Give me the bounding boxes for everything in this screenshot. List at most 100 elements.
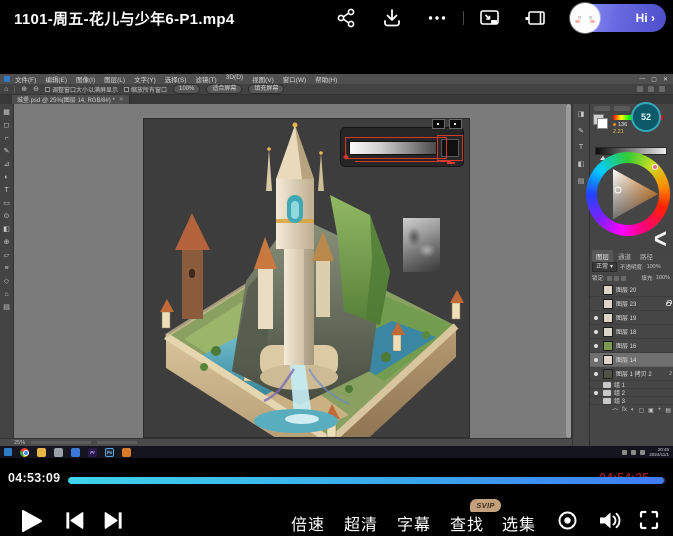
playback-speed-button[interactable]: 倍速 xyxy=(288,511,328,535)
home-icon: ⌂ xyxy=(4,86,8,93)
eye-icon xyxy=(592,372,600,376)
fullscreen-button[interactable] xyxy=(638,509,660,531)
chrome-icon xyxy=(20,448,29,457)
progress-fill xyxy=(68,477,664,484)
previous-episode-button[interactable] xyxy=(64,510,85,531)
ps-menu-item: 图层(L) xyxy=(104,74,125,84)
subtitles-button[interactable]: 字幕 xyxy=(394,511,434,535)
ps-layer-row: 图层 1 拷贝 2 2 xyxy=(590,367,673,381)
start-button-icon xyxy=(4,448,12,456)
vip-avatar-button[interactable]: Hi › xyxy=(574,4,666,32)
layer-thumbnail xyxy=(603,285,613,295)
volume-button[interactable] xyxy=(597,508,622,533)
chevron-down-icon: ▾ xyxy=(610,263,613,271)
layers-panel-button-icon: ◐ xyxy=(631,407,635,416)
player-topbar: 1101-周五-花儿与少年6-P1.mp4 xyxy=(0,0,673,36)
lock-pixels-icon xyxy=(614,276,619,281)
color-value-2: 2.21 xyxy=(613,129,624,135)
ps-menu-item: 文件(F) xyxy=(15,74,36,84)
quality-button[interactable]: 超清 xyxy=(341,511,381,535)
ps-menu-items: 文件(F)编辑(E)图像(I)图层(L)文字(Y)选择(S)滤镜(T)3D(D)… xyxy=(15,74,337,84)
ps-tool-icon: ⊙ xyxy=(4,210,10,223)
avatar-greeting: Hi › xyxy=(636,11,655,25)
premiere-icon: Pr xyxy=(88,448,97,457)
picture-in-picture-icon[interactable] xyxy=(478,7,502,29)
grayscale-reference-image xyxy=(403,218,440,272)
layer-thumbnail xyxy=(603,390,611,396)
share-icon[interactable] xyxy=(335,7,357,29)
ps-layer-row: 组 3 xyxy=(590,397,673,405)
ps-layer-row: 图层 20 xyxy=(590,283,673,297)
paths-tab: 路径 xyxy=(636,250,657,262)
layers-tab: 图层 xyxy=(592,250,613,262)
eye-icon xyxy=(592,358,600,362)
more-icon[interactable] xyxy=(426,7,448,29)
ps-tab-bar: 城堡.psd @ 25%(图层 14, RGB/8#) * ✕ xyxy=(0,95,673,104)
ps-menu-item: 图像(I) xyxy=(76,74,95,84)
workspace-icons xyxy=(637,86,673,92)
ps-tool-icon: ✎ xyxy=(4,145,10,158)
video-frame-photoshop-desktop: 文件(F)编辑(E)图像(I)图层(L)文字(Y)选择(S)滤镜(T)3D(D)… xyxy=(0,74,673,458)
ps-menu-item: 滤镜(T) xyxy=(195,74,216,84)
ai-progress-badge: 52 xyxy=(631,102,661,132)
taskbar-clock: 20:45 2024/11/1 xyxy=(649,447,669,457)
video-surface[interactable]: 文件(F)编辑(E)图像(I)图层(L)文字(Y)选择(S)滤镜(T)3D(D)… xyxy=(0,36,673,470)
ps-right-panels: AI 136 2.21 52 xyxy=(589,104,673,450)
ps-panel-icon: T xyxy=(579,144,583,151)
dock-window-icon[interactable] xyxy=(524,7,548,29)
ps-tool-icon: ⌐ xyxy=(4,132,8,145)
hue-selector-icon xyxy=(652,164,658,170)
file-explorer-icon xyxy=(37,448,46,457)
ps-canvas-pasteboard xyxy=(14,104,566,438)
ps-layer-row: 图层 23 xyxy=(590,297,673,311)
layer-thumbnail xyxy=(603,341,613,351)
color-panel-tabs xyxy=(594,106,630,111)
ps-options-bar: ⌂ ⊕ ⊖ 调整窗口大小以满屏显示 缩放所有窗口 100% 适合屏幕 填充屏幕 xyxy=(0,84,673,95)
ps-menu-item: 选择(S) xyxy=(165,74,187,84)
ps-tool-icon: ▤ xyxy=(3,301,10,314)
system-tray: 20:45 2024/11/1 xyxy=(622,447,673,457)
eye-icon xyxy=(592,316,600,320)
episodes-button[interactable]: 选集 xyxy=(499,511,539,535)
fill-value: 100% xyxy=(656,275,672,281)
current-time: 04:53:09 xyxy=(8,471,60,485)
progress-bar[interactable] xyxy=(68,477,666,484)
ps-artboard xyxy=(143,118,470,438)
zoom-level: 25% xyxy=(14,440,25,446)
layers-panel-button-icon: ▣ xyxy=(648,407,654,416)
control-bar: 倍速 超清 字幕 查找 SVIP 选集 xyxy=(0,500,673,536)
download-icon[interactable] xyxy=(381,7,403,29)
ps-tool-icon: ▦ xyxy=(3,106,10,119)
canvas-scrollbar xyxy=(566,104,571,438)
fill-screen-button: 填充屏幕 xyxy=(248,84,284,94)
windows-taskbar: Pr Ps 20:45 2024/11/1 xyxy=(0,446,673,458)
ps-layer-row: 图层 19 xyxy=(590,311,673,325)
opacity-value: 100% xyxy=(647,264,661,270)
ps-tool-icon: ▭ xyxy=(3,197,10,210)
next-episode-button[interactable] xyxy=(103,510,124,531)
lock-transparent-icon xyxy=(607,276,612,281)
ps-tool-icon: ◐ xyxy=(4,171,8,184)
find-button[interactable]: 查找 xyxy=(447,511,487,535)
eye-icon xyxy=(592,391,600,395)
video-title: 1101-周五-花儿与少年6-P1.mp4 xyxy=(14,8,235,29)
ps-tool-icon: ◧ xyxy=(3,223,10,236)
avatar xyxy=(570,3,600,33)
ps-tool-icon: ⊿ xyxy=(4,158,10,171)
ps-tool-icon: T xyxy=(4,184,8,197)
ps-tool-icon: ⌂ xyxy=(4,288,8,301)
play-button[interactable] xyxy=(20,508,44,534)
red-annotation-box xyxy=(437,135,463,161)
ps-layer-row: 图层 14 xyxy=(590,353,673,367)
ps-panel-icon: ✎ xyxy=(578,127,584,135)
zoom-100-button: 100% xyxy=(173,84,200,94)
layers-panel-button-icon: fx xyxy=(622,407,627,416)
tab-close-icon: ✕ xyxy=(119,96,124,103)
ps-toolbar: ▦◻⌐✎⊿◐T▭⊙◧⊕▱≡◇⌂▤ xyxy=(0,104,14,450)
color-value-1: 136 xyxy=(613,122,627,128)
ps-menu-item: 编辑(E) xyxy=(45,74,67,84)
value-gradient-widget xyxy=(340,127,464,167)
minimize-icon: — xyxy=(639,76,645,83)
options-divider xyxy=(14,86,15,93)
screencast-record-button[interactable] xyxy=(556,509,579,532)
